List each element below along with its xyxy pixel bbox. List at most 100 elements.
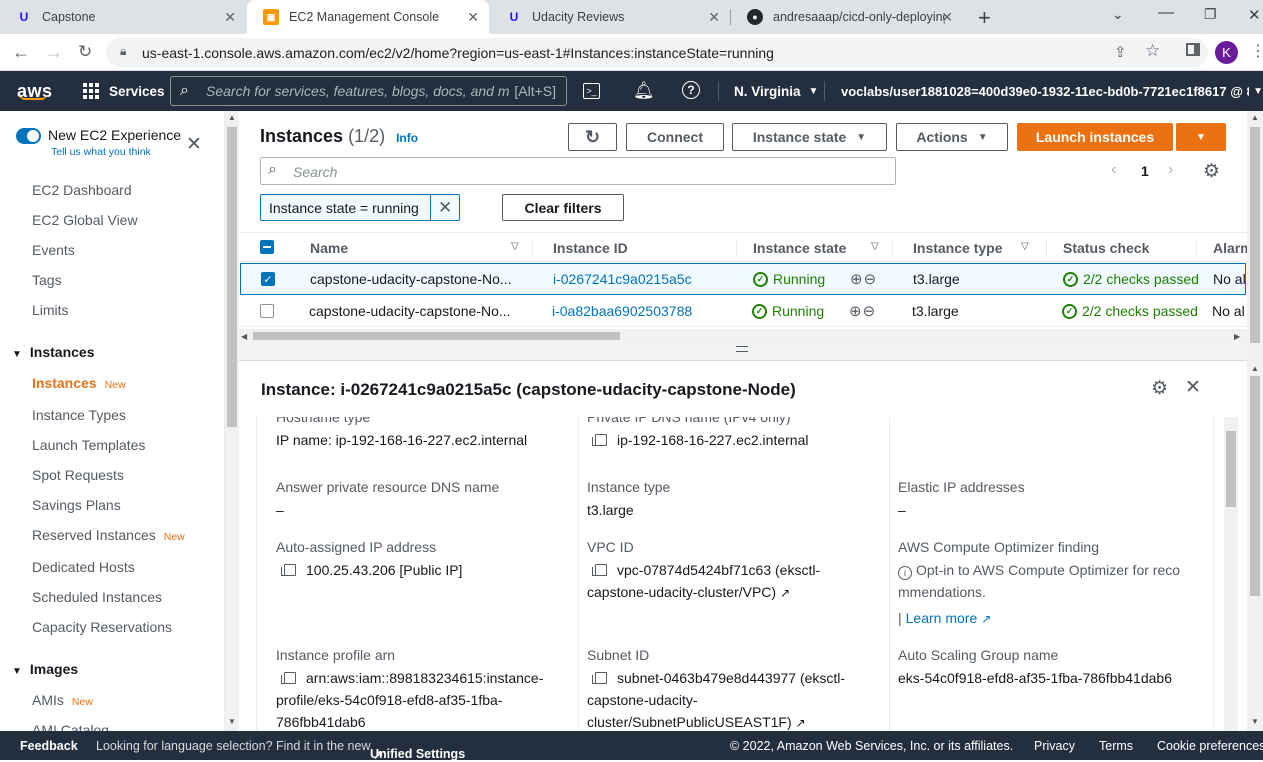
- tab-udacity-reviews[interactable]: U Udacity Reviews ✕: [490, 0, 730, 34]
- select-all-checkbox[interactable]: [260, 240, 274, 254]
- aws-logo[interactable]: aws: [17, 71, 53, 111]
- account-menu[interactable]: voclabs/user1881028=400d39e0-1932-11ec-b…: [841, 71, 1263, 111]
- split-panel-divider[interactable]: [239, 343, 1247, 361]
- copy-icon[interactable]: [592, 434, 607, 446]
- column-header-instance-state[interactable]: Instance state: [753, 233, 846, 263]
- sidebar-item-dedicated-hosts[interactable]: Dedicated Hosts: [32, 559, 135, 575]
- scroll-down-icon[interactable]: ▼: [228, 717, 236, 726]
- zoom-out-icon[interactable]: ⊖: [864, 270, 877, 288]
- copy-icon[interactable]: [592, 564, 607, 576]
- copy-icon[interactable]: [281, 564, 296, 576]
- privacy-link[interactable]: Privacy: [1034, 739, 1075, 753]
- sidebar-item-ec2-dashboard[interactable]: EC2 Dashboard: [32, 182, 132, 198]
- reload-icon[interactable]: ↻: [78, 42, 92, 62]
- close-icon[interactable]: ✕: [186, 133, 202, 156]
- url-field[interactable]: 🔒︎ us-east-1.console.aws.amazon.com/ec2/…: [106, 38, 1208, 67]
- sidebar-item-capacity-reservations[interactable]: Capacity Reservations: [32, 619, 172, 635]
- zoom-out-icon[interactable]: ⊖: [863, 302, 876, 320]
- close-icon[interactable]: ✕: [708, 9, 720, 26]
- browser-menu-icon[interactable]: ⋮: [1250, 41, 1263, 61]
- help-icon[interactable]: ?: [682, 81, 700, 99]
- instances-search-input[interactable]: ⌕ Search: [260, 157, 896, 185]
- sidebar-section-images[interactable]: ▼ Images: [12, 661, 78, 677]
- cookie-preferences-link[interactable]: Cookie preferences: [1157, 739, 1263, 753]
- sidebar-item-instance-types[interactable]: Instance Types: [32, 407, 126, 423]
- scroll-up-icon[interactable]: ▲: [1251, 113, 1259, 122]
- restore-icon[interactable]: ❐: [1204, 6, 1217, 23]
- side-panel-icon[interactable]: [1186, 43, 1200, 56]
- feedback-link[interactable]: Tell us what you think: [51, 146, 151, 158]
- scroll-up-icon[interactable]: ▲: [1251, 364, 1259, 373]
- column-header-name[interactable]: Name: [310, 233, 348, 263]
- share-icon[interactable]: ⇪: [1114, 43, 1127, 61]
- tab-search-icon[interactable]: ⌄: [1112, 6, 1124, 23]
- column-header-alarm[interactable]: Alarm: [1213, 233, 1247, 263]
- copy-icon[interactable]: [281, 672, 296, 684]
- refresh-button[interactable]: ↻: [568, 123, 617, 151]
- sidebar-item-tags[interactable]: Tags: [32, 272, 62, 288]
- bell-icon[interactable]: 🔔︎: [633, 81, 655, 101]
- sort-icon[interactable]: ▽: [511, 241, 519, 252]
- zoom-in-icon[interactable]: ⊕: [850, 270, 863, 288]
- filter-token[interactable]: Instance state = running ✕: [260, 194, 460, 221]
- tab-github[interactable]: ● andresaaap/cicd-only-deploying ✕: [731, 0, 963, 34]
- back-icon[interactable]: ←: [12, 42, 30, 63]
- forward-icon[interactable]: →: [45, 42, 63, 63]
- close-icon[interactable]: ✕: [224, 9, 236, 26]
- scroll-down-icon[interactable]: ▼: [1251, 717, 1259, 726]
- column-header-status-check[interactable]: Status check: [1063, 233, 1149, 263]
- sidebar-item-scheduled-instances[interactable]: Scheduled Instances: [32, 589, 162, 605]
- next-page-icon[interactable]: ›: [1168, 161, 1173, 179]
- instance-id-link[interactable]: i-0a82baa6902503788: [552, 295, 692, 327]
- terms-link[interactable]: Terms: [1099, 739, 1133, 753]
- close-icon[interactable]: ✕: [1185, 376, 1201, 399]
- services-menu[interactable]: Services: [83, 71, 165, 111]
- close-window-icon[interactable]: ✕: [1248, 6, 1261, 24]
- cloudshell-icon[interactable]: >_: [583, 83, 600, 99]
- close-icon[interactable]: ✕: [467, 9, 479, 26]
- scrollbar-thumb[interactable]: [1226, 431, 1236, 507]
- new-experience-toggle[interactable]: [16, 128, 41, 144]
- aws-search-input[interactable]: ⌕ Search for services, features, blogs, …: [170, 76, 567, 106]
- sidebar-item-instances[interactable]: Instances New: [32, 375, 126, 391]
- table-row[interactable]: ✓ capstone-udacity-capstone-No... i-0267…: [240, 263, 1246, 295]
- sidebar-item-savings-plans[interactable]: Savings Plans: [32, 497, 121, 513]
- actions-button[interactable]: Actions ▼: [896, 123, 1008, 151]
- learn-more-link[interactable]: Learn more: [906, 610, 978, 626]
- scroll-up-icon[interactable]: ▲: [228, 113, 236, 122]
- launch-instances-button[interactable]: Launch instances: [1017, 123, 1173, 151]
- clear-filters-button[interactable]: Clear filters: [502, 194, 624, 221]
- sort-icon[interactable]: ▽: [871, 241, 879, 252]
- bookmark-star-icon[interactable]: ☆: [1145, 41, 1160, 61]
- tab-ec2-console[interactable]: ▣ EC2 Management Console ✕: [247, 0, 489, 34]
- sidebar-item-limits[interactable]: Limits: [32, 302, 69, 318]
- sidebar-item-reserved-instances[interactable]: Reserved Instances New: [32, 527, 185, 543]
- row-checkbox[interactable]: [260, 304, 274, 318]
- remove-filter-icon[interactable]: ✕: [438, 198, 452, 218]
- scroll-right-icon[interactable]: ▶: [1234, 332, 1240, 341]
- details-scrollbar[interactable]: [1224, 417, 1238, 731]
- connect-button[interactable]: Connect: [626, 123, 724, 151]
- table-row[interactable]: capstone-udacity-capstone-No... i-0a82ba…: [240, 295, 1246, 327]
- new-tab-button[interactable]: +: [978, 5, 991, 31]
- drag-handle-icon[interactable]: [736, 346, 748, 352]
- subnet-id-line2[interactable]: capstone-udacity-: [587, 689, 698, 711]
- launch-dropdown-button[interactable]: ▼: [1176, 123, 1226, 151]
- close-icon[interactable]: ✕: [941, 9, 953, 26]
- sort-icon[interactable]: ▽: [1021, 241, 1029, 252]
- scrollbar-thumb[interactable]: [253, 332, 620, 340]
- region-selector[interactable]: N. Virginia ▼: [734, 71, 818, 111]
- profile-avatar[interactable]: K: [1215, 41, 1238, 64]
- subnet-id-link[interactable]: subnet-0463b479e8d443977 (eksctl-: [592, 667, 845, 689]
- scrollbar-thumb[interactable]: [227, 127, 237, 427]
- sidebar-scrollbar[interactable]: ▲ ▼: [225, 111, 239, 731]
- minimize-icon[interactable]: —: [1158, 4, 1174, 22]
- sidebar-item-launch-templates[interactable]: Launch Templates: [32, 437, 145, 453]
- column-header-instance-id[interactable]: Instance ID: [553, 233, 628, 263]
- tab-capstone[interactable]: U Capstone ✕: [0, 0, 246, 34]
- page-scrollbar[interactable]: ▲ ▲ ▼: [1247, 111, 1263, 731]
- vpc-id-link-line2[interactable]: capstone-udacity-cluster/VPC) ↗: [587, 581, 790, 604]
- column-header-instance-type[interactable]: Instance type: [913, 233, 1002, 263]
- instance-id-link[interactable]: i-0267241c9a0215a5c: [553, 263, 692, 295]
- sidebar-item-ami-catalog[interactable]: AMI Catalog: [32, 722, 109, 731]
